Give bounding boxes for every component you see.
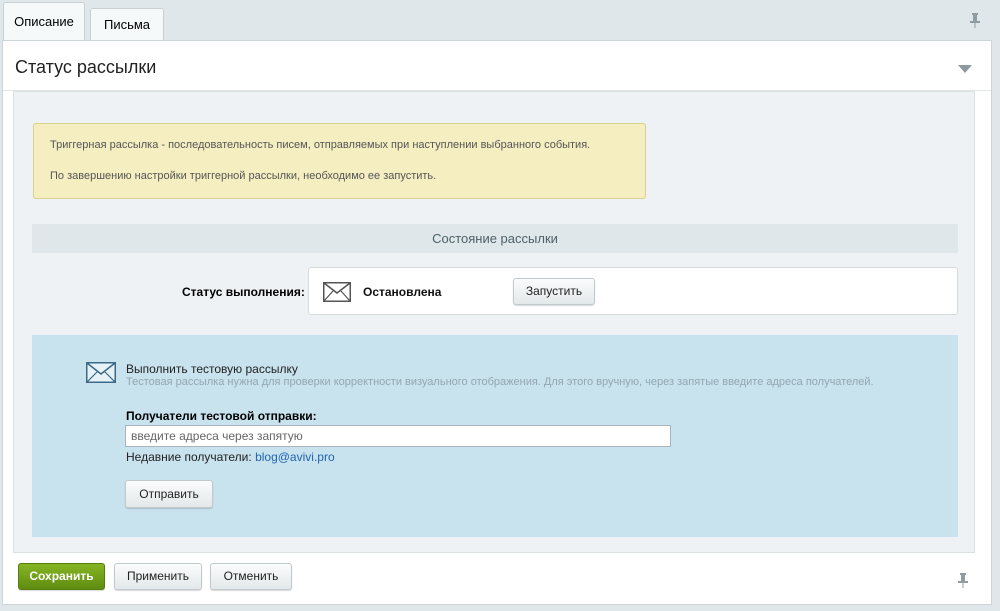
recipients-label: Получатели тестовой отправки: (126, 409, 317, 423)
apply-button[interactable]: Применить (114, 563, 202, 590)
pin-icon[interactable] (968, 12, 982, 28)
recent-recipients: Недавние получатели: blog@avivi.pro (126, 450, 335, 464)
notice-line-2: По завершению настройки триггерной рассы… (50, 170, 437, 182)
info-notice: Триггерная рассылка - последовательность… (33, 123, 646, 199)
status-value: Остановлена (363, 285, 442, 299)
envelope-icon (86, 362, 116, 383)
test-description: Тестовая рассылка нужна для проверки кор… (126, 376, 874, 388)
test-mailing-area: Выполнить тестовую рассылку Тестовая рас… (32, 335, 958, 537)
test-title: Выполнить тестовую рассылку (126, 362, 298, 376)
tab-description[interactable]: Описание (3, 2, 85, 40)
status-box: Остановлена Запустить (308, 267, 958, 315)
collapse-arrow-icon[interactable] (958, 65, 972, 73)
tab-letters[interactable]: Письма (90, 8, 164, 40)
recipients-input[interactable] (125, 425, 671, 447)
cancel-button[interactable]: Отменить (210, 563, 292, 590)
save-button[interactable]: Сохранить (18, 563, 105, 590)
state-section-title: Состояние рассылки (32, 224, 958, 253)
envelope-icon (323, 282, 351, 302)
content-area: Триггерная рассылка - последовательность… (13, 91, 975, 553)
recent-recipient-link[interactable]: blog@avivi.pro (255, 450, 335, 464)
notice-line-1: Триггерная рассылка - последовательность… (50, 139, 591, 151)
send-button[interactable]: Отправить (125, 480, 213, 508)
pin-icon[interactable] (956, 572, 970, 588)
recent-recipients-label: Недавние получатели: (126, 450, 252, 464)
panel-header: Статус рассылки (3, 41, 991, 91)
panel-title: Статус рассылки (15, 57, 157, 77)
start-button[interactable]: Запустить (513, 278, 595, 305)
main-panel: Статус рассылки Триггерная рассылка - по… (2, 40, 992, 605)
status-label: Статус выполнения: (182, 285, 305, 299)
